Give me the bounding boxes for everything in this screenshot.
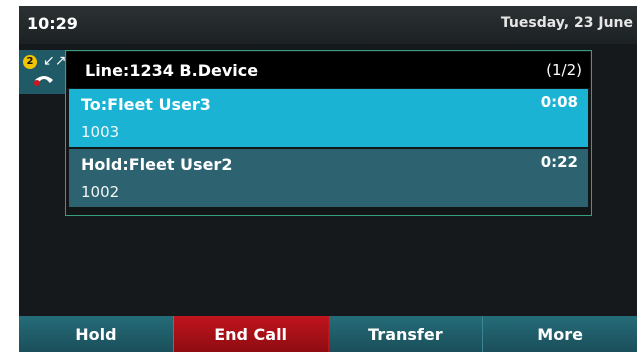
status-bar: 10:29 Tuesday, 23 June — [19, 6, 637, 44]
phone-screen: 10:29 Tuesday, 23 June 2 ↙↗ Line:1234 B.… — [19, 6, 637, 352]
line-key-tab[interactable]: 2 ↙↗ — [19, 50, 67, 94]
call-number: 1002 — [81, 183, 120, 201]
hold-button[interactable]: Hold — [19, 316, 174, 352]
call-party-label: Hold:Fleet User2 — [81, 155, 233, 174]
call-count-badge: 2 — [23, 55, 37, 69]
panel-header: Line:1234 B.Device (1/2) — [67, 52, 590, 88]
call-timer: 0:22 — [540, 153, 578, 171]
date-label: Tuesday, 23 June — [500, 15, 633, 31]
call-row-active[interactable]: To:Fleet User3 0:08 1003 — [69, 89, 588, 147]
line-title: Line:1234 B.Device — [85, 61, 259, 80]
clock-time: 10:29 — [27, 14, 78, 33]
call-row-hold[interactable]: Hold:Fleet User2 0:22 1002 — [69, 149, 588, 207]
transfer-button[interactable]: Transfer — [328, 316, 484, 352]
call-direction-icon: ↙↗ — [43, 53, 67, 69]
call-timer: 0:08 — [540, 93, 578, 111]
call-party-label: To:Fleet User3 — [81, 95, 211, 114]
call-number: 1003 — [81, 123, 120, 141]
call-list-panel: Line:1234 B.Device (1/2) To:Fleet User3 … — [65, 50, 592, 216]
phone-handset-icon — [34, 76, 53, 86]
end-call-button[interactable]: End Call — [173, 316, 329, 352]
call-index: (1/2) — [546, 61, 582, 79]
softkey-bar: Hold End Call Transfer More — [19, 316, 637, 352]
more-button[interactable]: More — [483, 316, 637, 352]
